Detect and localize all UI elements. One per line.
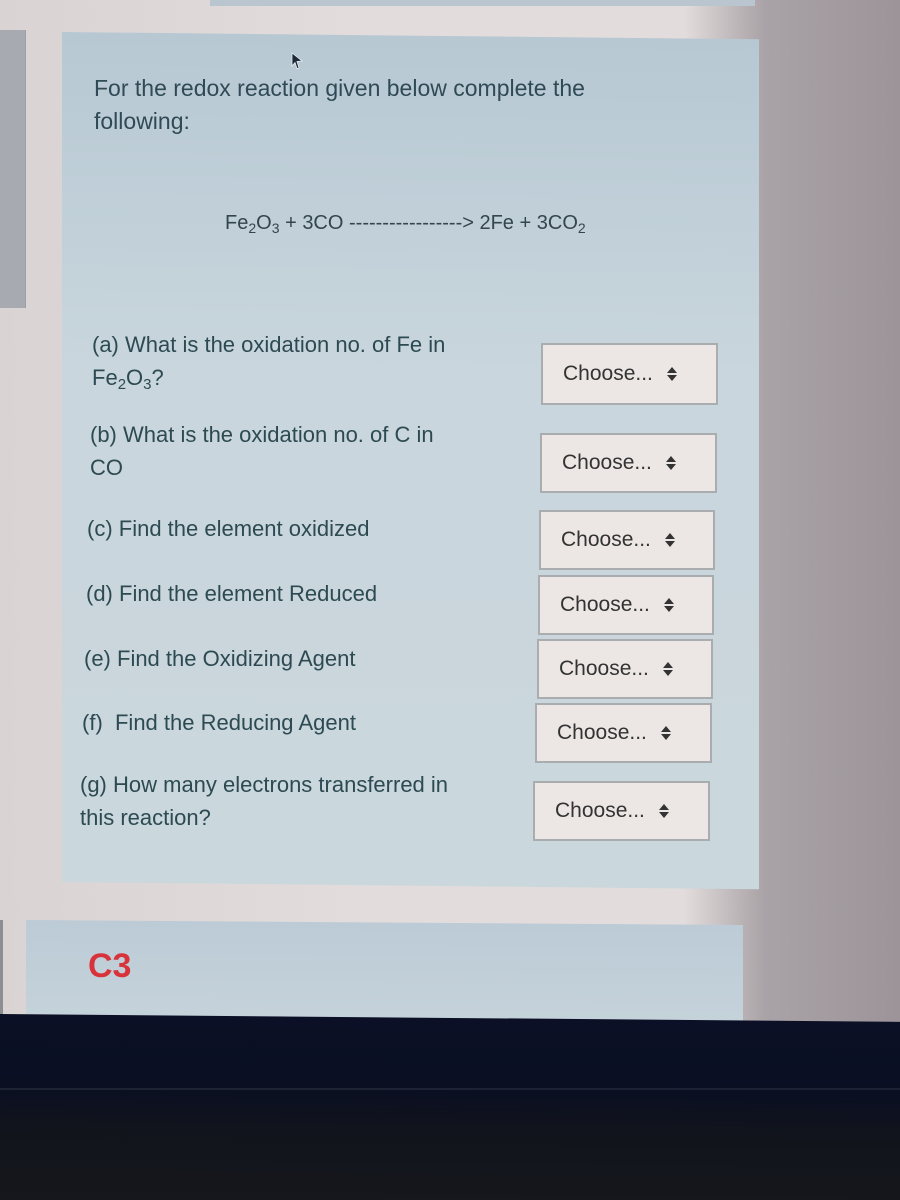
plus-sign: + (285, 212, 297, 234)
reactant-fe2o3: Fe2O3 (225, 212, 280, 236)
question-g-label: (g) How many electrons transferred in th… (80, 772, 449, 830)
product-2fe: 2Fe (479, 212, 514, 234)
question-intro: For the redox reaction given below compl… (94, 75, 585, 134)
up-down-chevron-icon (666, 367, 677, 381)
left-sidebar-panel (0, 30, 26, 308)
question-e-label: (e) Find the Oxidizing Agent (84, 646, 356, 671)
section-label-c3: C3 (88, 947, 132, 985)
up-down-chevron-icon (665, 456, 676, 470)
mouse-pointer-icon (291, 52, 304, 69)
monitor-bezel (0, 1014, 900, 1200)
up-down-chevron-icon (660, 726, 671, 740)
up-down-chevron-icon (658, 804, 669, 818)
answer-select-e[interactable]: Choose... (537, 639, 713, 699)
answer-select-d[interactable]: Choose... (538, 575, 714, 635)
top-card-edge (210, 0, 755, 6)
answer-select-c[interactable]: Choose... (539, 510, 715, 570)
question-b-label: (b) What is the oxidation no. of C in CO (90, 422, 434, 480)
bezel-edge (0, 1088, 900, 1090)
question-d-label: (d) Find the element Reduced (86, 581, 378, 606)
answer-select-f[interactable]: Choose... (535, 703, 712, 763)
plus-sign: + (519, 212, 532, 234)
product-3co2: 3CO2 (536, 212, 586, 236)
left-edge (0, 920, 3, 1015)
answer-select-g[interactable]: Choose... (533, 781, 710, 841)
chemical-equation: Fe2O3 + 3CO -----------------> 2Fe + 3CO… (225, 212, 586, 236)
question-c-label: (c) Find the element oxidized (87, 516, 370, 541)
answer-select-b[interactable]: Choose... (540, 433, 717, 493)
up-down-chevron-icon (664, 533, 675, 547)
reactant-3co: 3CO (302, 212, 344, 234)
question-f-label: (f) Find the Reducing Agent (82, 710, 356, 735)
reaction-arrow: -----------------> (349, 212, 480, 234)
up-down-chevron-icon (663, 598, 674, 612)
question-a-label: (a) What is the oxidation no. of Fe in F… (92, 332, 446, 393)
up-down-chevron-icon (662, 662, 673, 676)
answer-select-a[interactable]: Choose... (541, 343, 718, 405)
